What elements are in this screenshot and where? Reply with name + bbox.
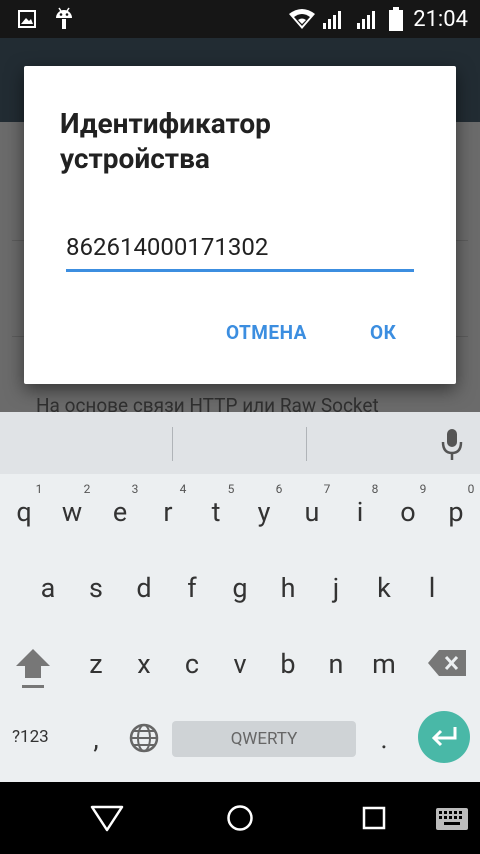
home-icon[interactable] bbox=[226, 804, 254, 832]
ok-button[interactable]: ОК bbox=[370, 321, 396, 344]
key-hint: 7 bbox=[323, 482, 331, 496]
shift-icon[interactable] bbox=[14, 647, 52, 691]
globe-icon[interactable] bbox=[128, 722, 160, 754]
key-v[interactable]: v bbox=[216, 649, 264, 679]
key-x[interactable]: x bbox=[120, 649, 168, 679]
backspace-icon[interactable] bbox=[428, 650, 466, 676]
dialog-title: Идентификатор устройства bbox=[60, 107, 271, 175]
divider bbox=[172, 427, 173, 461]
enter-button[interactable] bbox=[418, 711, 470, 763]
key-p[interactable]: p bbox=[432, 497, 480, 527]
keyboard-switch-icon[interactable] bbox=[436, 808, 468, 830]
key-f[interactable]: f bbox=[168, 573, 216, 603]
key-h[interactable]: h bbox=[264, 573, 312, 603]
space-bar[interactable]: QWERTY bbox=[172, 721, 356, 757]
battery-icon bbox=[389, 7, 403, 31]
key-hint: 2 bbox=[83, 482, 91, 496]
android-icon bbox=[56, 7, 72, 29]
key-m[interactable]: m bbox=[360, 649, 408, 679]
key-i[interactable]: i bbox=[336, 497, 384, 527]
key-hint: 4 bbox=[179, 482, 187, 496]
key-hint: 8 bbox=[371, 482, 379, 496]
key-k[interactable]: k bbox=[360, 573, 408, 603]
cancel-button[interactable]: ОТМЕНА bbox=[226, 321, 307, 344]
enter-icon bbox=[431, 727, 457, 747]
navigation-bar bbox=[0, 782, 480, 854]
key-r[interactable]: r bbox=[144, 497, 192, 527]
signal-icon bbox=[323, 11, 341, 29]
key-y[interactable]: y bbox=[240, 497, 288, 527]
status-bar: 21:04 bbox=[0, 0, 480, 38]
device-id-input[interactable] bbox=[66, 229, 414, 272]
key-d[interactable]: d bbox=[120, 573, 168, 603]
divider bbox=[306, 427, 307, 461]
wifi-icon bbox=[289, 9, 315, 29]
image-icon bbox=[18, 10, 36, 28]
key-g[interactable]: g bbox=[216, 573, 264, 603]
suggestion-strip bbox=[0, 412, 480, 474]
key-j[interactable]: j bbox=[312, 573, 360, 603]
key-hint: 9 bbox=[419, 482, 427, 496]
device-id-dialog: Идентификатор устройства ОТМЕНА ОК bbox=[24, 66, 456, 384]
key-period[interactable]: . bbox=[360, 724, 408, 754]
key-hint: 6 bbox=[275, 482, 283, 496]
key-s[interactable]: s bbox=[72, 573, 120, 603]
key-hint: 3 bbox=[131, 482, 139, 496]
key-hint: 0 bbox=[467, 482, 475, 496]
key-n[interactable]: n bbox=[312, 649, 360, 679]
key-b[interactable]: b bbox=[264, 649, 312, 679]
key-comma[interactable]: , bbox=[72, 724, 120, 754]
key-e[interactable]: e bbox=[96, 497, 144, 527]
key-w[interactable]: w bbox=[48, 497, 96, 527]
back-icon[interactable] bbox=[90, 804, 124, 832]
key-l[interactable]: l bbox=[408, 573, 456, 603]
clock: 21:04 bbox=[413, 7, 468, 32]
key-z[interactable]: z bbox=[72, 649, 120, 679]
key-hint: 1 bbox=[35, 482, 43, 496]
signal-icon bbox=[357, 11, 375, 29]
symbols-key[interactable]: ?123 bbox=[12, 727, 49, 747]
key-q[interactable]: q bbox=[0, 497, 48, 527]
key-o[interactable]: o bbox=[384, 497, 432, 527]
recents-icon[interactable] bbox=[362, 806, 386, 830]
microphone-icon[interactable] bbox=[440, 429, 464, 461]
key-a[interactable]: a bbox=[24, 573, 72, 603]
key-u[interactable]: u bbox=[288, 497, 336, 527]
key-hint: 5 bbox=[227, 482, 235, 496]
key-t[interactable]: t bbox=[192, 497, 240, 527]
soft-keyboard: 1 2 3 4 5 6 7 8 9 0 q w e r t y u i o p … bbox=[0, 412, 480, 782]
key-c[interactable]: c bbox=[168, 649, 216, 679]
